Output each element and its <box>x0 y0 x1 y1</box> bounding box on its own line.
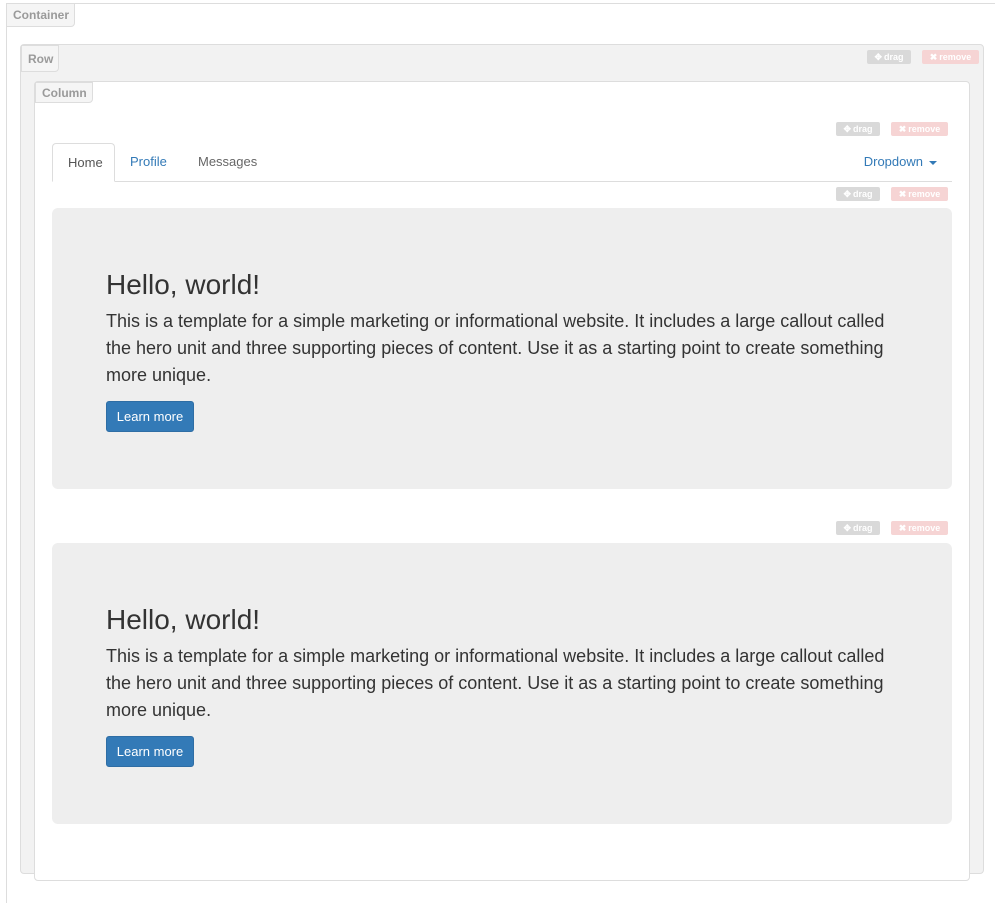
row-drag-button[interactable]: ✥ drag <box>867 50 911 64</box>
learn-more-button[interactable]: Learn more <box>106 401 194 432</box>
jumbotron-heading: Hello, world! <box>106 269 261 300</box>
jumbotron: Hello, world! This is a template for a s… <box>52 543 952 824</box>
tab-profile[interactable]: Profile <box>115 143 182 182</box>
jumbotron-drag-button[interactable]: ✥ drag <box>836 521 880 535</box>
x-icon: ✖ <box>898 124 907 134</box>
move-arrows-icon: ✥ <box>843 189 852 199</box>
caret-down-icon <box>929 160 937 165</box>
jumbotron-text: This is a template for a simple marketin… <box>106 646 885 720</box>
move-arrows-icon: ✥ <box>843 523 852 533</box>
jumbotron-remove-button[interactable]: ✖ remove <box>891 187 948 201</box>
row-remove-button[interactable]: ✖ remove <box>922 50 979 64</box>
jumbotron: Hello, world! This is a template for a s… <box>52 208 952 489</box>
tab-dropdown[interactable]: Dropdown <box>849 143 952 182</box>
nav-tabs: Home Profile Messages Dropdown <box>52 143 952 182</box>
x-icon: ✖ <box>898 523 907 533</box>
tabs-remove-button[interactable]: ✖ remove <box>891 122 948 136</box>
column-label: Column <box>35 82 93 103</box>
x-icon: ✖ <box>898 189 907 199</box>
move-arrows-icon: ✥ <box>874 52 883 62</box>
jumbotron-remove-button[interactable]: ✖ remove <box>891 521 948 535</box>
dropdown-label: Dropdown <box>863 154 923 169</box>
tab-home[interactable]: Home <box>52 143 115 182</box>
x-icon: ✖ <box>929 52 938 62</box>
tab-messages[interactable]: Messages <box>183 143 272 182</box>
container-label: Container <box>6 3 76 27</box>
jumbotron-heading: Hello, world! <box>106 604 261 635</box>
move-arrows-icon: ✥ <box>843 124 852 134</box>
jumbotron-text: This is a template for a simple marketin… <box>106 311 885 385</box>
row-label: Row <box>21 45 60 72</box>
learn-more-button[interactable]: Learn more <box>106 736 194 767</box>
tabs-drag-button[interactable]: ✥ drag <box>836 122 880 136</box>
jumbotron-drag-button[interactable]: ✥ drag <box>836 187 880 201</box>
